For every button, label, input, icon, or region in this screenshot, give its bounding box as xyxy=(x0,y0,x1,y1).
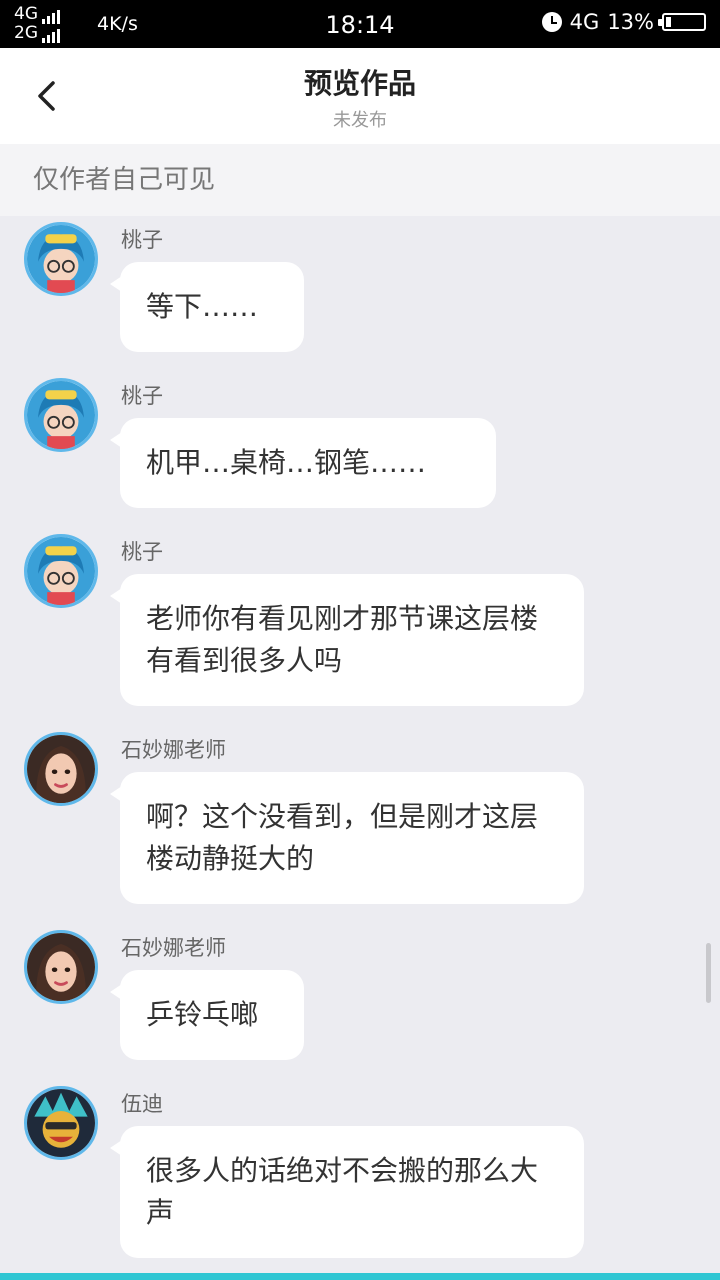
message-bubble[interactable]: 等下…… xyxy=(110,262,304,352)
message-bubble[interactable]: 机甲…桌椅…钢笔…… xyxy=(110,418,496,508)
avatar-taozi[interactable] xyxy=(24,534,98,608)
battery-fill xyxy=(666,17,671,27)
visibility-notice: 仅作者自己可见 xyxy=(0,144,720,216)
sender-name: 桃子 xyxy=(121,540,163,564)
teacher-avatar-icon xyxy=(27,735,95,803)
sender-name: 桃子 xyxy=(121,384,163,408)
avatar-teacher[interactable] xyxy=(24,732,98,806)
message-bubble[interactable]: 很多人的话绝对不会搬的那么大声 xyxy=(110,1126,584,1258)
teacher-avatar-icon xyxy=(27,933,95,1001)
publish-status: 未发布 xyxy=(333,110,387,131)
peach-avatar-icon xyxy=(27,537,95,605)
bottom-accent-bar xyxy=(0,1273,720,1280)
message-bubble[interactable]: 乒铃乓啷 xyxy=(110,970,304,1060)
scrollbar[interactable] xyxy=(706,943,711,1003)
avatar-taozi[interactable] xyxy=(24,222,98,296)
sender-name: 伍迪 xyxy=(121,1092,163,1116)
peach-avatar-icon xyxy=(27,381,95,449)
sender-name: 石妙娜老师 xyxy=(121,936,226,960)
battery-percent: 13% xyxy=(607,10,654,34)
page-title: 预览作品 xyxy=(303,67,416,100)
peach-avatar-icon xyxy=(27,225,95,293)
status-bar: 4G 2G 4K/s 18:14 4G 13% xyxy=(0,0,720,48)
page-header: 预览作品 未发布 xyxy=(0,48,720,144)
avatar-teacher[interactable] xyxy=(24,930,98,1004)
woody-avatar-icon xyxy=(27,1089,95,1157)
sender-name: 桃子 xyxy=(121,228,163,252)
message-bubble[interactable]: 啊？这个没看到，但是刚才这层楼动静挺大的 xyxy=(110,772,584,904)
battery-icon xyxy=(658,13,706,31)
network-label-right: 4G xyxy=(569,10,600,34)
sender-name: 石妙娜老师 xyxy=(121,738,226,762)
avatar-woody[interactable] xyxy=(24,1086,98,1160)
avatar-taozi[interactable] xyxy=(24,378,98,452)
alarm-icon xyxy=(541,12,562,32)
message-bubble[interactable]: 老师你有看见刚才那节课这层楼有看到很多人吗 xyxy=(110,574,584,706)
